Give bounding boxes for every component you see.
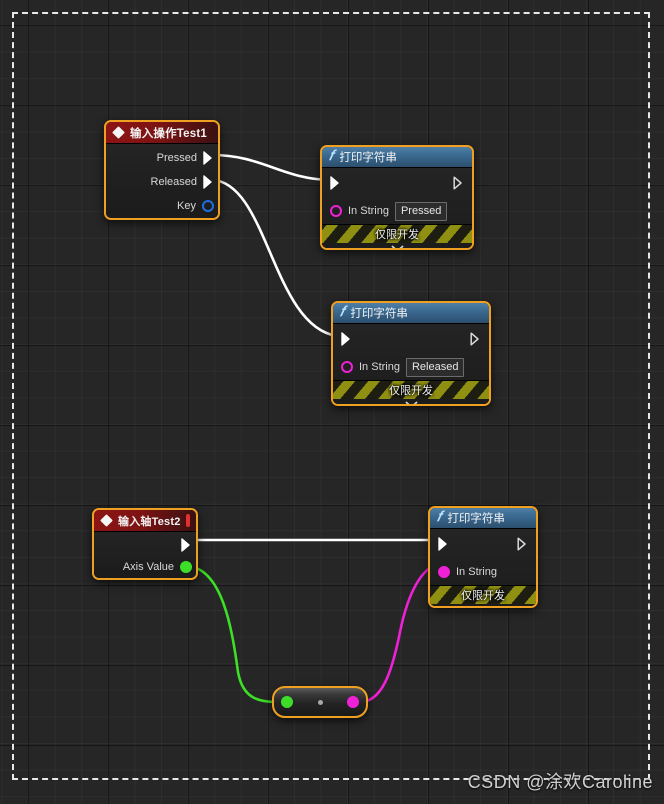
exec-row[interactable] (322, 168, 472, 198)
exec-pin-released-out[interactable] (203, 175, 214, 189)
pin-row-key[interactable]: Key (106, 194, 218, 218)
wire-axis-value-float (185, 564, 282, 704)
pin-row-in-string[interactable]: In String (430, 559, 536, 585)
event-diamond-icon (112, 126, 125, 139)
exec-pin-in[interactable] (330, 176, 341, 190)
exec-pin-out[interactable] (517, 537, 528, 551)
wire-released-exec (210, 178, 339, 338)
conversion-center-dot (317, 699, 323, 705)
float-pin-in[interactable] (281, 696, 293, 708)
event-diamond-icon (100, 514, 113, 527)
expand-advanced-button[interactable] (430, 604, 536, 606)
exec-pin-in[interactable] (341, 332, 352, 346)
node-body: In String 仅限开发 (430, 529, 536, 606)
node-title-bar[interactable]: 输入操作Test1 (106, 122, 218, 144)
exec-pin-out[interactable] (181, 538, 192, 552)
development-only-banner: 仅限开发 (333, 380, 489, 399)
node-float-to-string-conversion[interactable] (272, 686, 368, 718)
function-f-icon: 𝑓 (329, 149, 334, 164)
exec-row[interactable] (430, 529, 536, 559)
stop-square-icon[interactable] (185, 514, 190, 527)
pin-label-in-string: In String (456, 566, 497, 578)
node-title: 输入轴Test2 (118, 515, 181, 528)
development-only-banner: 仅限开发 (430, 585, 536, 604)
node-title-bar[interactable]: 𝑓 打印字符串 (430, 508, 536, 529)
node-body: Axis Value (94, 532, 196, 578)
development-only-label: 仅限开发 (389, 385, 433, 397)
expand-advanced-button[interactable] (322, 243, 472, 248)
exec-pin-out[interactable] (470, 332, 481, 346)
pin-label-pressed: Pressed (156, 152, 197, 164)
struct-pin-key-out[interactable] (202, 200, 214, 212)
string-pin-in[interactable] (330, 205, 342, 217)
node-print-string-released[interactable]: 𝑓 打印字符串 In String Released 仅限开发 (331, 301, 491, 406)
expand-advanced-button[interactable] (333, 399, 489, 404)
node-print-string-pressed[interactable]: 𝑓 打印字符串 In String Pressed 仅限开发 (320, 145, 474, 250)
pin-label-released: Released (150, 176, 197, 188)
function-f-icon: 𝑓 (340, 305, 345, 320)
development-only-label: 仅限开发 (461, 590, 505, 602)
exec-row[interactable] (333, 324, 489, 354)
pin-label-in-string: In String (359, 361, 400, 373)
string-pin-out[interactable] (347, 696, 359, 708)
node-input-action-test1[interactable]: 输入操作Test1 Pressed Released Key (104, 120, 220, 220)
exec-pin-in[interactable] (438, 537, 449, 551)
node-input-axis-test2[interactable]: 输入轴Test2 Axis Value (92, 508, 198, 580)
node-title: 打印字符串 (350, 308, 408, 320)
pin-label-axis-value: Axis Value (122, 561, 174, 573)
exec-pin-pressed-out[interactable] (203, 151, 214, 165)
blueprint-graph-canvas[interactable]: 输入操作Test1 Pressed Released Key 𝑓 打印字符串 I… (0, 0, 664, 804)
function-f-icon: 𝑓 (437, 510, 442, 525)
pin-row-in-string[interactable]: In String Pressed (322, 198, 472, 224)
pin-row-axis-value[interactable]: Axis Value (94, 556, 196, 578)
node-title-bar[interactable]: 𝑓 打印字符串 (333, 303, 489, 324)
in-string-input[interactable]: Released (405, 357, 465, 377)
node-body: In String Pressed 仅限开发 (322, 168, 472, 248)
pin-label-in-string: In String (348, 205, 389, 217)
pin-row-released[interactable]: Released (106, 170, 218, 194)
pin-label-key: Key (177, 200, 196, 212)
string-pin-in[interactable] (341, 361, 353, 373)
node-print-string-axis[interactable]: 𝑓 打印字符串 In String 仅限开发 (428, 506, 538, 608)
pin-row-in-string[interactable]: In String Released (333, 354, 489, 380)
node-title: 输入操作Test1 (130, 127, 207, 140)
development-only-banner: 仅限开发 (322, 224, 472, 243)
development-only-label: 仅限开发 (375, 229, 419, 241)
string-pin-in[interactable] (438, 566, 450, 578)
node-title: 打印字符串 (447, 513, 505, 525)
pin-row-pressed[interactable]: Pressed (106, 146, 218, 170)
node-title-bar[interactable]: 𝑓 打印字符串 (322, 147, 472, 168)
in-string-input[interactable]: Pressed (394, 201, 448, 221)
watermark-text: CSDN @涂欢Caroline (467, 772, 653, 792)
exec-pin-out[interactable] (453, 176, 464, 190)
node-body: In String Released 仅限开发 (333, 324, 489, 404)
node-body: Pressed Released Key (106, 144, 218, 218)
wire-pressed-exec (210, 153, 332, 182)
pin-row-exec-out[interactable] (94, 534, 196, 556)
node-title: 打印字符串 (339, 152, 397, 164)
node-title-bar[interactable]: 输入轴Test2 (94, 510, 196, 532)
float-pin-axis-value-out[interactable] (180, 561, 192, 573)
